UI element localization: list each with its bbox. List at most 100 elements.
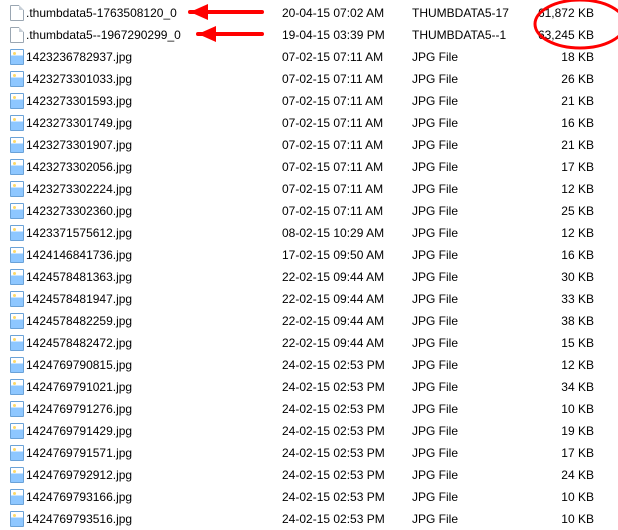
file-row[interactable]: 1423273301907.jpg07-02-15 07:11 AMJPG Fi… bbox=[0, 134, 618, 156]
file-row[interactable]: 1423273302360.jpg07-02-15 07:11 AMJPG Fi… bbox=[0, 200, 618, 222]
file-row[interactable]: 1423236782937.jpg07-02-15 07:11 AMJPG Fi… bbox=[0, 46, 618, 68]
image-file-icon bbox=[8, 159, 26, 175]
file-name: 1424146841736.jpg bbox=[26, 248, 282, 262]
file-type: JPG File bbox=[412, 226, 520, 240]
file-row[interactable]: 1424578481363.jpg22-02-15 09:44 AMJPG Fi… bbox=[0, 266, 618, 288]
image-file-icon bbox=[8, 467, 26, 483]
file-size: 18 KB bbox=[520, 50, 600, 64]
file-size: 15 KB bbox=[520, 336, 600, 350]
file-row[interactable]: 1424578482472.jpg22-02-15 09:44 AMJPG Fi… bbox=[0, 332, 618, 354]
file-row[interactable]: 1424769791429.jpg24-02-15 02:53 PMJPG Fi… bbox=[0, 420, 618, 442]
file-size: 17 KB bbox=[520, 160, 600, 174]
file-row[interactable]: 1424578482259.jpg22-02-15 09:44 AMJPG Fi… bbox=[0, 310, 618, 332]
file-date-modified: 24-02-15 02:53 PM bbox=[282, 446, 412, 460]
file-type: JPG File bbox=[412, 138, 520, 152]
file-type: JPG File bbox=[412, 182, 520, 196]
file-row[interactable]: .thumbdata5--1967290299_019-04-15 03:39 … bbox=[0, 24, 618, 46]
file-date-modified: 22-02-15 09:44 AM bbox=[282, 314, 412, 328]
file-name: 1423273301593.jpg bbox=[26, 94, 282, 108]
image-file-icon bbox=[8, 401, 26, 417]
image-file-icon bbox=[8, 203, 26, 219]
file-row[interactable]: 1424769791571.jpg24-02-15 02:53 PMJPG Fi… bbox=[0, 442, 618, 464]
file-name: 1424578482472.jpg bbox=[26, 336, 282, 350]
file-row[interactable]: 1423273302056.jpg07-02-15 07:11 AMJPG Fi… bbox=[0, 156, 618, 178]
file-row[interactable]: .thumbdata5-1763508120_020-04-15 07:02 A… bbox=[0, 2, 618, 24]
file-row[interactable]: 1423273301593.jpg07-02-15 07:11 AMJPG Fi… bbox=[0, 90, 618, 112]
file-size: 25 KB bbox=[520, 204, 600, 218]
file-row[interactable]: 1423273301749.jpg07-02-15 07:11 AMJPG Fi… bbox=[0, 112, 618, 134]
file-row[interactable]: 1423273301033.jpg07-02-15 07:11 AMJPG Fi… bbox=[0, 68, 618, 90]
file-row[interactable]: 1423273302224.jpg07-02-15 07:11 AMJPG Fi… bbox=[0, 178, 618, 200]
file-name: 1424769791571.jpg bbox=[26, 446, 282, 460]
file-name: 1423273301033.jpg bbox=[26, 72, 282, 86]
image-file-icon bbox=[8, 335, 26, 351]
file-size: 10 KB bbox=[520, 512, 600, 526]
file-name: 1424769793166.jpg bbox=[26, 490, 282, 504]
file-date-modified: 17-02-15 09:50 AM bbox=[282, 248, 412, 262]
file-row[interactable]: 1424769790815.jpg24-02-15 02:53 PMJPG Fi… bbox=[0, 354, 618, 376]
file-name: 1423236782937.jpg bbox=[26, 50, 282, 64]
image-file-icon bbox=[8, 49, 26, 65]
image-file-icon bbox=[8, 137, 26, 153]
file-size: 21 KB bbox=[520, 94, 600, 108]
file-row[interactable]: 1424769793516.jpg24-02-15 02:53 PMJPG Fi… bbox=[0, 508, 618, 530]
file-type: JPG File bbox=[412, 512, 520, 526]
file-name: 1423371575612.jpg bbox=[26, 226, 282, 240]
file-row[interactable]: 1424146841736.jpg17-02-15 09:50 AMJPG Fi… bbox=[0, 244, 618, 266]
file-size: 38 KB bbox=[520, 314, 600, 328]
file-type: JPG File bbox=[412, 490, 520, 504]
file-name: 1423273302360.jpg bbox=[26, 204, 282, 218]
file-name: 1424578481947.jpg bbox=[26, 292, 282, 306]
file-type: JPG File bbox=[412, 270, 520, 284]
file-name: 1424578482259.jpg bbox=[26, 314, 282, 328]
file-type: JPG File bbox=[412, 116, 520, 130]
file-type: JPG File bbox=[412, 94, 520, 108]
file-type: JPG File bbox=[412, 314, 520, 328]
file-date-modified: 24-02-15 02:53 PM bbox=[282, 490, 412, 504]
file-size: 12 KB bbox=[520, 226, 600, 240]
image-file-icon bbox=[8, 291, 26, 307]
file-row[interactable]: 1424578481947.jpg22-02-15 09:44 AMJPG Fi… bbox=[0, 288, 618, 310]
image-file-icon bbox=[8, 247, 26, 263]
file-row[interactable]: 1424769792912.jpg24-02-15 02:53 PMJPG Fi… bbox=[0, 464, 618, 486]
file-name: 1424769792912.jpg bbox=[26, 468, 282, 482]
file-name: 1424578481363.jpg bbox=[26, 270, 282, 284]
file-date-modified: 22-02-15 09:44 AM bbox=[282, 292, 412, 306]
file-size: 16 KB bbox=[520, 248, 600, 262]
file-row[interactable]: 1423371575612.jpg08-02-15 10:29 AMJPG Fi… bbox=[0, 222, 618, 244]
file-type: JPG File bbox=[412, 160, 520, 174]
file-type: JPG File bbox=[412, 292, 520, 306]
file-date-modified: 22-02-15 09:44 AM bbox=[282, 270, 412, 284]
file-name: 1423273301749.jpg bbox=[26, 116, 282, 130]
file-name: 1423273301907.jpg bbox=[26, 138, 282, 152]
file-name: 1423273302056.jpg bbox=[26, 160, 282, 174]
file-size: 10 KB bbox=[520, 490, 600, 504]
file-type: JPG File bbox=[412, 446, 520, 460]
file-date-modified: 22-02-15 09:44 AM bbox=[282, 336, 412, 350]
file-date-modified: 08-02-15 10:29 AM bbox=[282, 226, 412, 240]
file-date-modified: 24-02-15 02:53 PM bbox=[282, 358, 412, 372]
file-size: 63,245 KB bbox=[520, 28, 600, 42]
file-type: JPG File bbox=[412, 50, 520, 64]
file-date-modified: 07-02-15 07:11 AM bbox=[282, 182, 412, 196]
image-file-icon bbox=[8, 225, 26, 241]
image-file-icon bbox=[8, 269, 26, 285]
file-name: .thumbdata5--1967290299_0 bbox=[26, 28, 282, 42]
image-file-icon bbox=[8, 115, 26, 131]
file-date-modified: 24-02-15 02:53 PM bbox=[282, 402, 412, 416]
file-size: 17 KB bbox=[520, 446, 600, 460]
file-name: 1424769791021.jpg bbox=[26, 380, 282, 394]
file-row[interactable]: 1424769793166.jpg24-02-15 02:53 PMJPG Fi… bbox=[0, 486, 618, 508]
file-list[interactable]: .thumbdata5-1763508120_020-04-15 07:02 A… bbox=[0, 0, 618, 530]
file-type: JPG File bbox=[412, 72, 520, 86]
file-size: 12 KB bbox=[520, 182, 600, 196]
file-date-modified: 24-02-15 02:53 PM bbox=[282, 424, 412, 438]
file-date-modified: 07-02-15 07:11 AM bbox=[282, 72, 412, 86]
file-date-modified: 07-02-15 07:11 AM bbox=[282, 116, 412, 130]
file-date-modified: 07-02-15 07:11 AM bbox=[282, 94, 412, 108]
file-row[interactable]: 1424769791021.jpg24-02-15 02:53 PMJPG Fi… bbox=[0, 376, 618, 398]
file-size: 24 KB bbox=[520, 468, 600, 482]
file-name: .thumbdata5-1763508120_0 bbox=[26, 6, 282, 20]
file-size: 12 KB bbox=[520, 358, 600, 372]
file-row[interactable]: 1424769791276.jpg24-02-15 02:53 PMJPG Fi… bbox=[0, 398, 618, 420]
